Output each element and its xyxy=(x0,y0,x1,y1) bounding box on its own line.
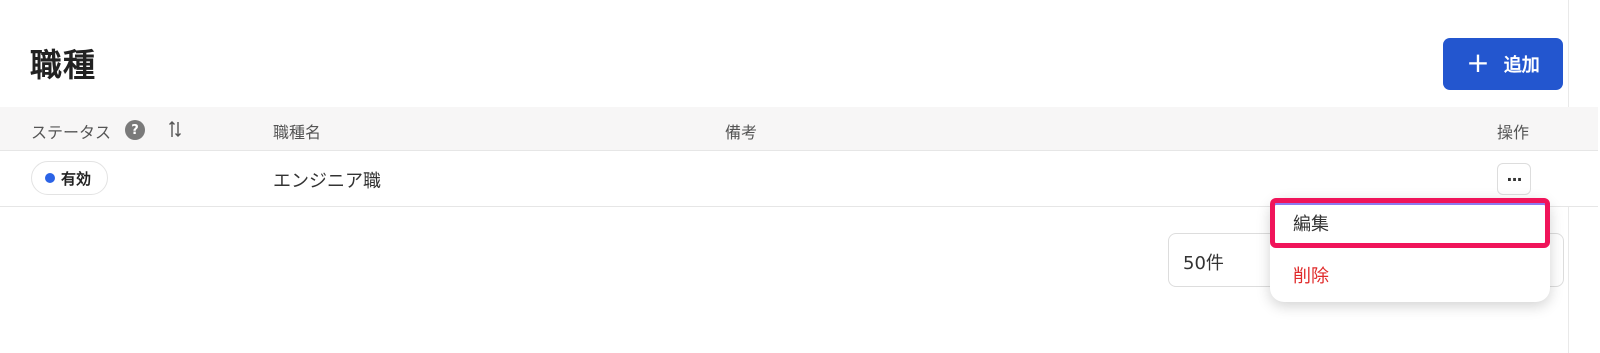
plus-icon: + xyxy=(1466,45,1490,79)
job-type-name: エンジニア職 xyxy=(273,171,381,192)
per-page-value: 50件 xyxy=(1183,253,1224,274)
table-header: ステータス ? 職種名 備考 操作 xyxy=(0,107,1598,151)
status-dot-icon xyxy=(45,173,55,183)
column-header-name: 職種名 xyxy=(273,123,322,142)
page: 職種 + 追加 ステータス ? 職種名 備考 操作 有効 エンジニア職 ... xyxy=(0,0,1600,353)
help-icon[interactable]: ? xyxy=(125,120,145,140)
column-header-status: ステータス xyxy=(31,123,112,142)
column-header-actions: 操作 xyxy=(1497,123,1530,142)
page-title: 職種 xyxy=(30,46,97,84)
more-actions-button[interactable]: ... xyxy=(1497,163,1531,195)
menu-item-delete[interactable]: 削除 xyxy=(1270,250,1550,300)
more-icon: ... xyxy=(1506,166,1522,185)
add-button[interactable]: + 追加 xyxy=(1443,38,1563,90)
menu-item-edit[interactable]: 編集 xyxy=(1270,198,1550,248)
actions-dropdown-menu: 編集 削除 xyxy=(1270,198,1550,302)
status-label: 有効 xyxy=(61,169,92,188)
add-button-label: 追加 xyxy=(1503,55,1540,76)
status-badge: 有効 xyxy=(31,161,108,195)
column-header-note: 備考 xyxy=(725,123,758,142)
sort-icon[interactable] xyxy=(168,118,182,140)
